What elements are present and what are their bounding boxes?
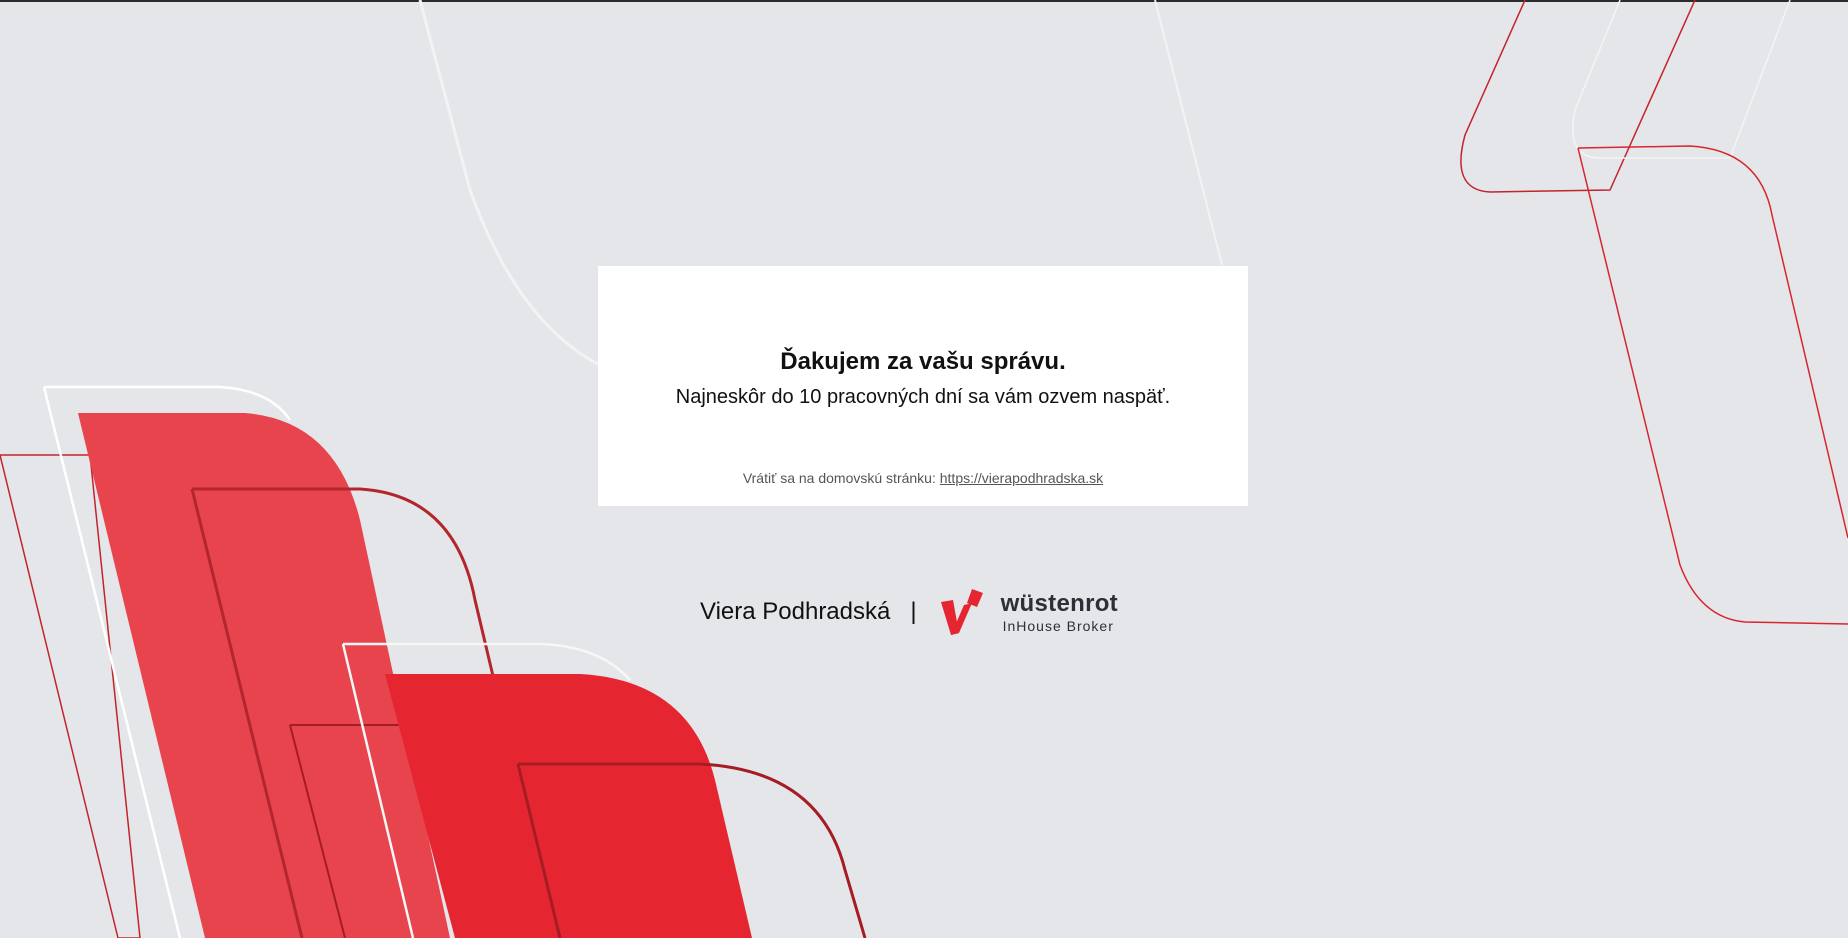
logo-tagline: InHouse Broker (1002, 617, 1114, 634)
wustenrot-logo: wüstenrot InHouse Broker (939, 587, 1118, 637)
return-home-label: Vrátiť sa na domovskú stránku: (742, 470, 936, 486)
message-card: Ďakujem za vašu správu. Najneskôr do 10 … (598, 266, 1248, 506)
response-time-text: Najneskôr do 10 pracovných dní sa vám oz… (675, 386, 1171, 408)
brand-separator: | (910, 598, 917, 625)
return-home-row: Vrátiť sa na domovskú stránku: https://v… (598, 470, 1248, 486)
homepage-link[interactable]: https://vierapodhradska.sk (940, 470, 1103, 486)
logo-wordmark: wüstenrot (1000, 589, 1118, 617)
thank-you-title: Ďakujem za vašu správu. (780, 348, 1066, 375)
logo-text: wüstenrot InHouse Broker (1000, 589, 1118, 634)
thank-you-page: Ďakujem za vašu správu. Najneskôr do 10 … (0, 0, 1848, 938)
brand-footer: Viera Podhradská | wüstenrot InHouse Bro… (700, 584, 1118, 640)
wustenrot-logo-icon (940, 589, 983, 635)
broker-name: Viera Podhradská (700, 598, 891, 625)
